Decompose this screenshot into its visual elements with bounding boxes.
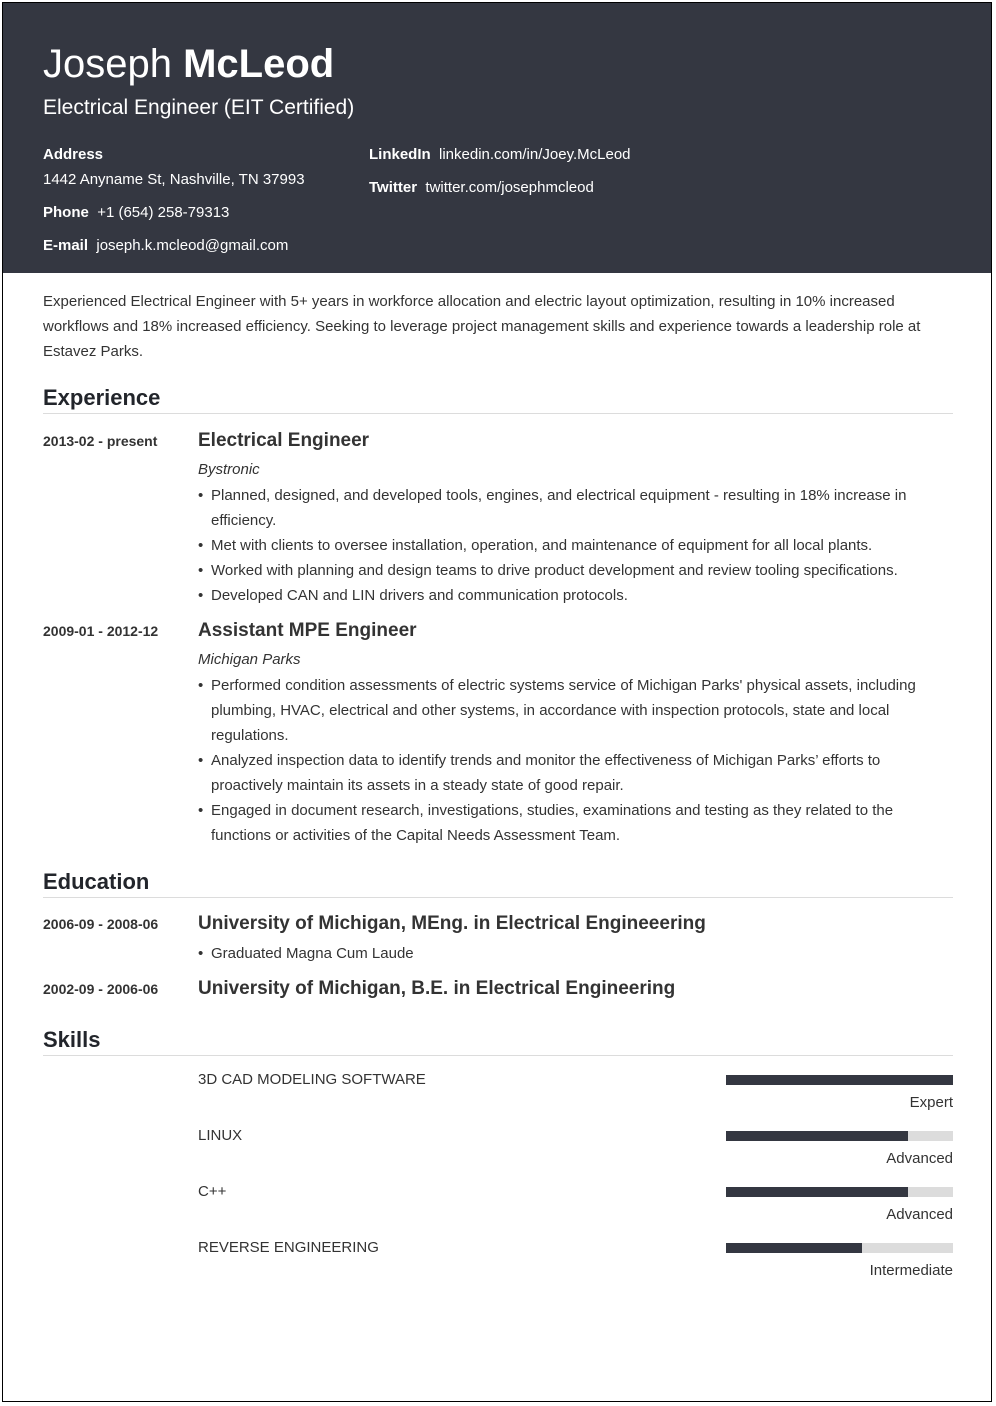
skill-name: LINUX xyxy=(198,1127,243,1144)
headline: Electrical Engineer (EIT Certified) xyxy=(43,96,355,119)
skill-level-fill xyxy=(726,1187,908,1197)
summary: Experienced Electrical Engineer with 5+ … xyxy=(43,293,921,360)
section-divider xyxy=(43,897,953,898)
skill-name: 3D CAD MODELING SOFTWARE xyxy=(198,1071,426,1088)
skill-name: REVERSE ENGINEERING xyxy=(198,1239,379,1256)
education-bullets: Graduated Magna Cum Laude xyxy=(198,941,938,966)
education-date: 2002-09 - 2006-06 xyxy=(43,981,159,997)
bullet-item: Performed condition assessments of elect… xyxy=(198,673,938,748)
bullet-item: Planned, designed, and developed tools, … xyxy=(198,483,938,533)
education-date: 2006-09 - 2008-06 xyxy=(43,916,159,932)
phone-row: Phone +1 (654) 258-79313 xyxy=(43,203,229,223)
bullet-item: Engaged in document research, investigat… xyxy=(198,798,938,848)
experience-role: Electrical Engineer xyxy=(198,430,370,451)
resume-header: Joseph McLeod Electrical Engineer (EIT C… xyxy=(3,3,991,273)
email-row: E-mail joseph.k.mcleod@gmail.com xyxy=(43,236,288,256)
last-name: McLeod xyxy=(183,42,335,86)
linkedin-label: LinkedIn xyxy=(369,146,431,163)
experience-bullets: Planned, designed, and developed tools, … xyxy=(198,483,938,608)
bullet-item: Met with clients to oversee installation… xyxy=(198,533,938,558)
linkedin-row: LinkedIn linkedin.com/in/Joey.McLeod xyxy=(369,145,631,165)
education-heading: Education xyxy=(43,869,150,894)
skill-level-label: Advanced xyxy=(886,1206,953,1223)
experience-date: 2013-02 - present xyxy=(43,433,158,449)
bullet-item: Analyzed inspection data to identify tre… xyxy=(198,748,938,798)
twitter-label: Twitter xyxy=(369,179,418,196)
resume-page: Joseph McLeod Electrical Engineer (EIT C… xyxy=(2,2,992,1402)
experience-company: Michigan Parks xyxy=(198,651,301,668)
phone-label: Phone xyxy=(43,204,89,221)
skill-level-bar xyxy=(726,1075,953,1085)
bullet-item: Graduated Magna Cum Laude xyxy=(198,941,938,966)
address-value: 1442 Anyname St, Nashville, TN 37993 xyxy=(43,171,305,188)
skill-level-bar xyxy=(726,1187,953,1197)
experience-heading: Experience xyxy=(43,385,161,410)
skill-level-bar xyxy=(726,1131,953,1141)
email-label: E-mail xyxy=(43,237,89,254)
skill-name: C++ xyxy=(198,1183,227,1200)
linkedin-link[interactable]: linkedin.com/in/Joey.McLeod xyxy=(439,146,630,163)
skill-level-fill xyxy=(726,1243,863,1253)
section-divider xyxy=(43,413,953,414)
experience-bullets: Performed condition assessments of elect… xyxy=(198,673,938,848)
email-link[interactable]: joseph.k.mcleod@gmail.com xyxy=(96,237,288,254)
skill-level-fill xyxy=(726,1131,908,1141)
phone-value[interactable]: +1 (654) 258-79313 xyxy=(97,204,229,221)
bullet-item: Worked with planning and design teams to… xyxy=(198,558,938,583)
section-divider xyxy=(43,1055,953,1056)
experience-date: 2009-01 - 2012-12 xyxy=(43,623,159,639)
education-degree: University of Michigan, MEng. in Electri… xyxy=(198,913,706,934)
candidate-name: Joseph McLeod xyxy=(43,41,334,87)
experience-role: Assistant MPE Engineer xyxy=(198,620,417,641)
experience-company: Bystronic xyxy=(198,461,260,478)
skill-level-bar xyxy=(726,1243,953,1253)
first-name: Joseph xyxy=(43,42,172,86)
address-label: Address xyxy=(43,146,104,163)
skills-heading: Skills xyxy=(43,1027,101,1052)
twitter-link[interactable]: twitter.com/josephmcleod xyxy=(425,179,593,196)
skill-level-label: Expert xyxy=(909,1094,953,1111)
bullet-item: Developed CAN and LIN drivers and commun… xyxy=(198,583,938,608)
skill-level-label: Advanced xyxy=(886,1150,953,1167)
education-degree: University of Michigan, B.E. in Electric… xyxy=(198,978,676,999)
skill-level-fill xyxy=(726,1075,953,1085)
twitter-row: Twitter twitter.com/josephmcleod xyxy=(369,178,594,198)
skill-level-label: Intermediate xyxy=(869,1262,953,1279)
